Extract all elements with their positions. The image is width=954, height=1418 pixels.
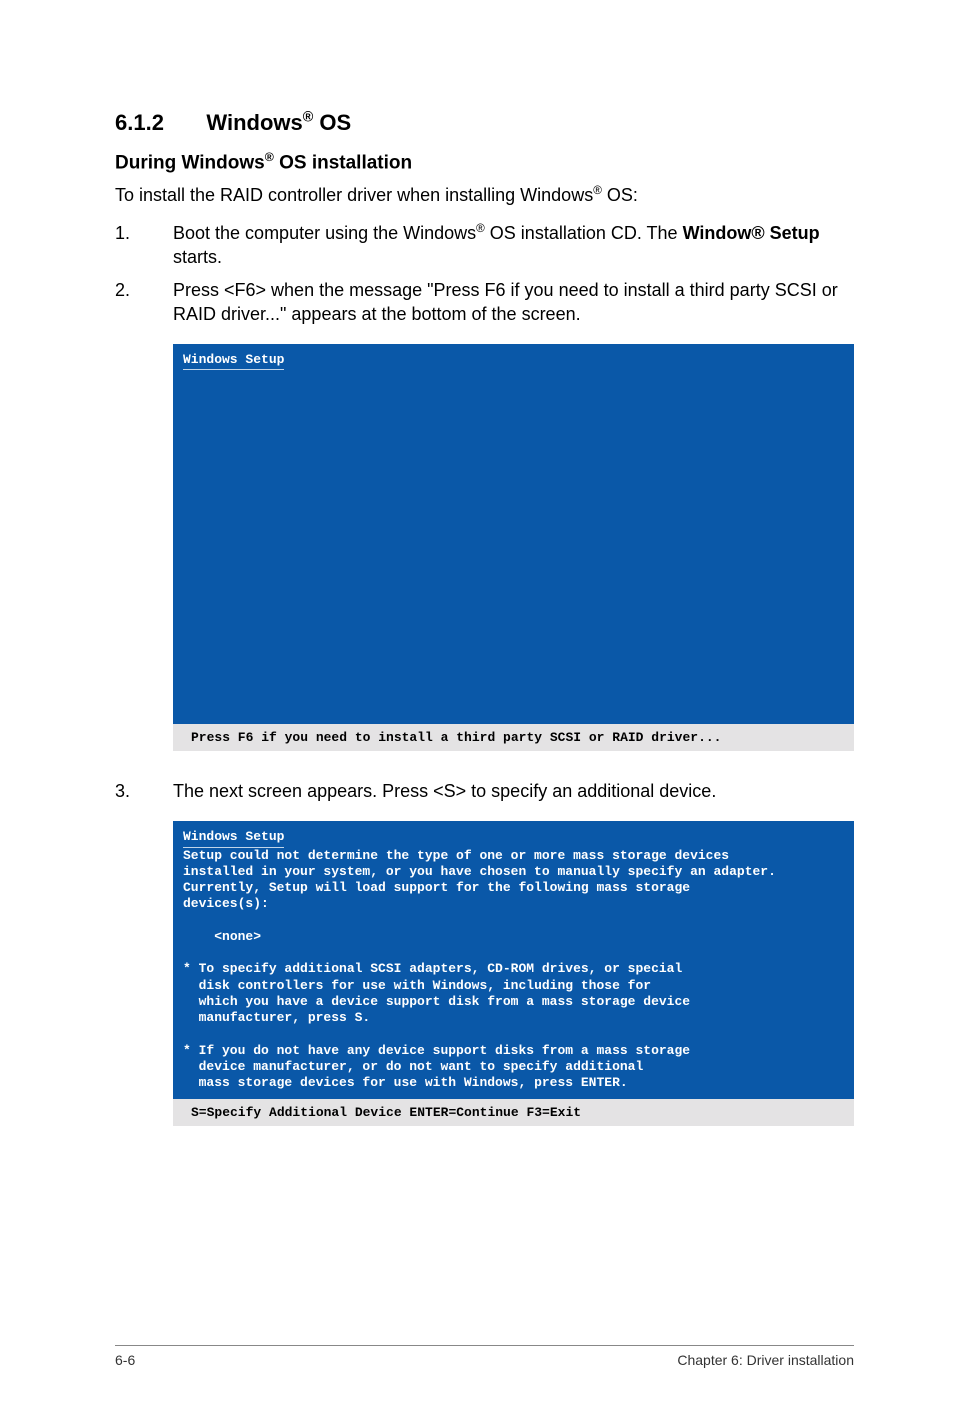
title-post: OS: [313, 110, 351, 135]
title-sup: ®: [303, 110, 314, 126]
intro-post: OS:: [602, 185, 638, 205]
screen1-status-bar: Press F6 if you need to install a third …: [173, 724, 854, 751]
list-item: 1. Boot the computer using the Windows® …: [115, 221, 854, 270]
windows-setup-screen-1: Windows Setup: [173, 344, 854, 724]
sub-heading: During Windows® OS installation: [115, 150, 854, 174]
ordered-list: 1. Boot the computer using the Windows® …: [115, 221, 854, 326]
step1-bold: Window® Setup: [683, 223, 820, 243]
step-number: 1.: [115, 221, 130, 245]
section-number: 6.1.2: [115, 110, 164, 136]
sub-pre: During Windows: [115, 153, 265, 174]
page-footer: 6-6 Chapter 6: Driver installation: [115, 1345, 854, 1368]
step1-mid: OS installation CD. The: [485, 223, 683, 243]
step-number: 3.: [115, 779, 130, 803]
step3-text: The next screen appears. Press <S> to sp…: [173, 781, 716, 801]
windows-setup-screen-2: Windows Setup Setup could not determine …: [173, 821, 854, 1099]
screenshot-1: Windows Setup Press F6 if you need to in…: [173, 344, 854, 751]
sub-post: OS installation: [274, 153, 412, 174]
footer-page-number: 6-6: [115, 1352, 135, 1368]
screenshot-2: Windows Setup Setup could not determine …: [173, 821, 854, 1126]
screen2-title: Windows Setup: [183, 829, 284, 847]
step1-pre: Boot the computer using the Windows: [173, 223, 476, 243]
intro-sup: ®: [593, 184, 602, 197]
footer-chapter: Chapter 6: Driver installation: [677, 1352, 854, 1368]
screen2-body: Setup could not determine the type of on…: [183, 848, 776, 1091]
intro-text: To install the RAID controller driver wh…: [115, 183, 854, 207]
step-number: 2.: [115, 278, 130, 302]
screen2-status-bar: S=Specify Additional Device ENTER=Contin…: [173, 1099, 854, 1126]
list-item: 3. The next screen appears. Press <S> to…: [115, 779, 854, 803]
step1-post: starts.: [173, 247, 222, 267]
step2-text: Press <F6> when the message "Press F6 if…: [173, 280, 838, 324]
intro-pre: To install the RAID controller driver wh…: [115, 185, 593, 205]
title-pre: Windows: [206, 110, 302, 135]
sub-sup: ®: [265, 150, 274, 164]
step1-sup: ®: [476, 222, 485, 235]
section-heading: 6.1.2 Windows® OS: [115, 110, 854, 136]
ordered-list-cont: 3. The next screen appears. Press <S> to…: [115, 779, 854, 803]
list-item: 2. Press <F6> when the message "Press F6…: [115, 278, 854, 327]
screen1-title: Windows Setup: [183, 352, 284, 370]
section-title: Windows® OS: [206, 110, 351, 135]
